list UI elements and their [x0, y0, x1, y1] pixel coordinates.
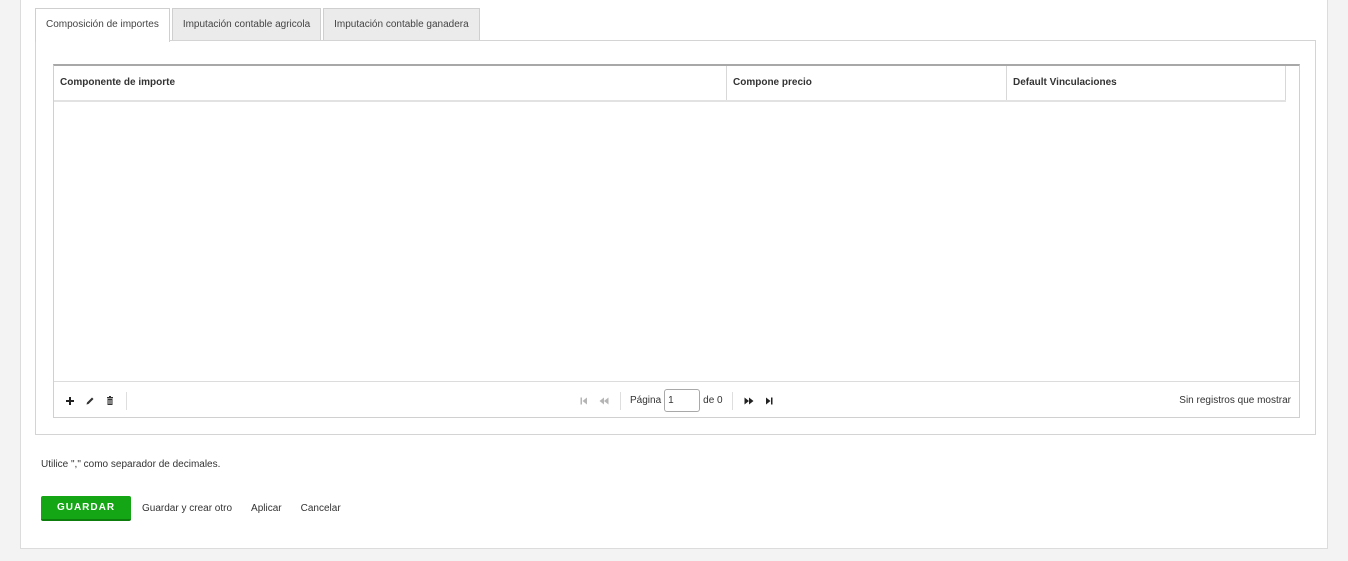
grid-body — [54, 102, 1299, 382]
column-header-default-vinculaciones[interactable]: Default Vinculaciones — [1007, 66, 1286, 100]
delete-icon[interactable] — [100, 391, 120, 411]
page-number-input[interactable] — [664, 389, 701, 412]
tab-composicion-importes[interactable]: Composición de importes — [35, 8, 170, 42]
grid-toolbar — [60, 383, 133, 418]
form-card: Composición de importes Imputación conta… — [20, 0, 1328, 549]
grid-pager: Página de 0 Sin registros que mostrar — [54, 383, 1299, 418]
tab-bar: Composición de importes Imputación conta… — [35, 8, 482, 42]
add-icon[interactable] — [60, 391, 80, 411]
last-page-icon[interactable] — [759, 391, 779, 411]
column-header-componente[interactable]: Componente de importe — [54, 66, 727, 100]
pager-separator — [620, 391, 621, 410]
toolbar-separator — [126, 391, 127, 410]
edit-icon[interactable] — [80, 391, 100, 411]
previous-page-icon[interactable] — [594, 391, 614, 411]
pagination-controls: Página de 0 — [574, 383, 779, 418]
apply-button[interactable]: Aplicar — [251, 503, 282, 514]
form-actions: GUARDAR Guardar y crear otro Aplicar Can… — [41, 496, 349, 521]
tab-panel: Componente de importe Compone precio Def… — [35, 40, 1316, 435]
grid-header: Componente de importe Compone precio Def… — [54, 66, 1286, 102]
cancel-button[interactable]: Cancelar — [301, 503, 341, 514]
page-count-label: de 0 — [703, 395, 723, 406]
records-status: Sin registros que mostrar — [1179, 395, 1291, 406]
save-button[interactable]: GUARDAR — [41, 496, 131, 521]
next-page-icon[interactable] — [739, 391, 759, 411]
column-header-compone-precio[interactable]: Compone precio — [727, 66, 1007, 100]
tab-imputacion-agricola[interactable]: Imputación contable agricola — [171, 8, 322, 40]
save-and-new-button[interactable]: Guardar y crear otro — [142, 503, 232, 514]
decimal-separator-note: Utilice "," como separador de decimales. — [41, 459, 221, 470]
first-page-icon[interactable] — [574, 391, 594, 411]
data-grid: Componente de importe Compone precio Def… — [53, 64, 1300, 418]
page-label: Página — [630, 395, 662, 406]
tab-imputacion-ganadera[interactable]: Imputación contable ganadera — [323, 8, 480, 40]
pager-separator — [731, 391, 733, 410]
